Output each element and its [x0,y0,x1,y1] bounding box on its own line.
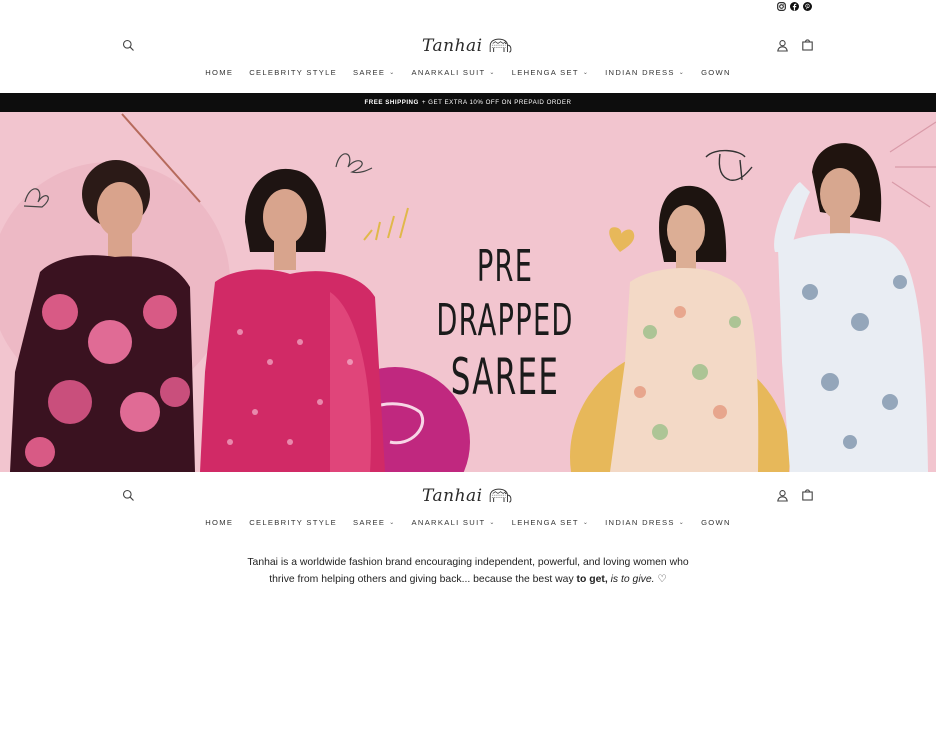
hero-headline: PRE DRAPPED SAREE [390,240,620,408]
social-links [777,2,812,11]
nav-label: LEHENGA SET [511,518,579,527]
nav-item-lehenga-set[interactable]: LEHENGA SET ⌄ [504,518,597,527]
cart-icon[interactable] [801,38,814,51]
announcement-bar[interactable]: FREE SHIPPING + GET EXTRA 10% OFF ON PRE… [0,93,936,112]
tagline-line-2: thrive from helping others and giving ba… [0,571,936,588]
nav-label: HOME [205,68,234,77]
search-icon[interactable] [122,39,135,52]
nav-item-home[interactable]: HOME [197,518,241,527]
nav-item-anarkali-suit[interactable]: ANARKALI SUIT ⌄ [404,68,504,77]
heart-icon: ♡ [657,574,667,585]
main-nav: HOME CELEBRITY STYLE SAREE ⌄ ANARKALI SUI… [0,68,936,77]
nav-label: INDIAN DRESS [605,68,675,77]
chevron-down-icon: ⌄ [389,70,396,76]
chevron-down-icon: ⌄ [678,70,686,76]
chevron-down-icon: ⌄ [489,70,496,76]
elephant-icon [489,38,512,53]
nav-item-celebrity-style[interactable]: CELEBRITY STYLE [241,518,345,527]
instagram-icon[interactable] [777,2,786,11]
nav-label: GOWN [701,68,731,77]
announcement-bold: FREE SHIPPING [364,99,419,106]
nav-label: ANARKALI SUIT [411,518,486,527]
nav-label: LEHENGA SET [511,68,579,77]
chevron-down-icon: ⌄ [389,520,396,526]
logo-text: Tanhai [422,486,483,506]
chevron-down-icon: ⌄ [489,520,496,526]
brand-logo[interactable]: Tanhai [422,33,514,59]
nav-label: SAREE [352,518,386,527]
facebook-icon[interactable] [790,2,799,11]
announcement-text: + GET EXTRA 10% OFF ON PREPAID ORDER [421,99,572,106]
nav-item-indian-dress[interactable]: INDIAN DRESS ⌄ [597,518,693,527]
chevron-down-icon: ⌄ [582,520,590,526]
chevron-down-icon: ⌄ [582,70,590,76]
tagline-bold: to get, [576,574,608,585]
nav-label: SAREE [352,68,386,77]
headline-line-1: PRE DRAPPED [436,241,574,346]
tagline-line-1: Tanhai is a worldwide fashion brand enco… [247,557,689,568]
nav-item-celebrity-style[interactable]: CELEBRITY STYLE [241,68,345,77]
nav-item-saree[interactable]: SAREE ⌄ [345,68,404,77]
headline-line-2: SAREE [450,348,560,407]
nav-label: CELEBRITY STYLE [249,68,337,77]
hero-banner[interactable]: PRE DRAPPED SAREE [0,112,936,472]
elephant-icon [489,488,512,503]
nav-item-lehenga-set[interactable]: LEHENGA SET ⌄ [504,68,597,77]
tagline-line-2-start: thrive from helping others and giving ba… [269,574,577,585]
brand-tagline: Tanhai is a worldwide fashion brand enco… [0,554,936,588]
nav-item-home[interactable]: HOME [197,68,241,77]
site-header: Tanhai HOME CELEBRITY STYLE SAREE ⌄ ANARK… [0,28,936,86]
brand-logo[interactable]: Tanhai [422,483,514,509]
main-nav: HOME CELEBRITY STYLE SAREE ⌄ ANARKALI SUI… [0,518,936,527]
nav-label: HOME [205,518,234,527]
account-icon[interactable] [776,489,789,502]
nav-item-gown[interactable]: GOWN [693,518,739,527]
pinterest-icon[interactable] [803,2,812,11]
nav-label: GOWN [701,518,731,527]
nav-item-indian-dress[interactable]: INDIAN DRESS ⌄ [597,68,693,77]
nav-label: INDIAN DRESS [605,518,675,527]
nav-label: CELEBRITY STYLE [249,518,337,527]
nav-label: ANARKALI SUIT [411,68,486,77]
site-header-secondary: Tanhai HOME CELEBRITY STYLE SAREE ⌄ ANARK… [0,478,936,536]
nav-item-saree[interactable]: SAREE ⌄ [345,518,404,527]
tagline-italic: is to give. [610,574,655,585]
search-icon[interactable] [122,489,135,502]
logo-text: Tanhai [422,36,483,56]
account-icon[interactable] [776,39,789,52]
cart-icon[interactable] [801,488,814,501]
nav-item-anarkali-suit[interactable]: ANARKALI SUIT ⌄ [404,518,504,527]
nav-item-gown[interactable]: GOWN [693,68,739,77]
chevron-down-icon: ⌄ [678,520,686,526]
